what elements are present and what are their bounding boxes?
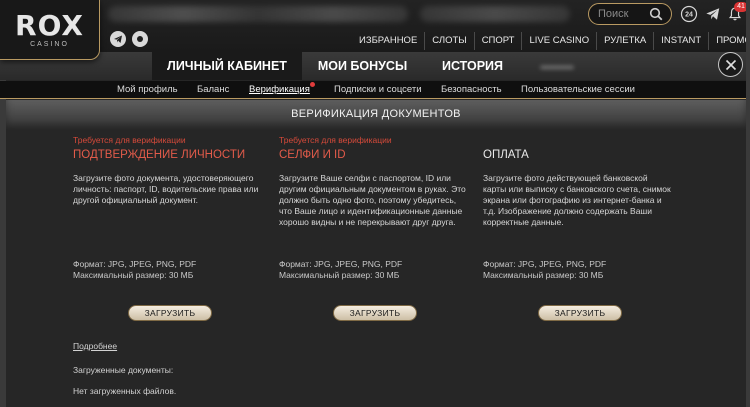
upload-selfie-button[interactable]: ЗАГРУЗИТЬ xyxy=(333,305,417,321)
page: ROX CASINO 24 41 ИЗБРАННОЕ СЛОТЫ СПОРТ L… xyxy=(0,0,750,407)
identity-column: Требуется для верификации ПОДТВЕРЖДЕНИЕ … xyxy=(73,135,263,206)
main-nav: ИЗБРАННОЕ СЛОТЫ СПОРТ LIVE CASINO РУЛЕТК… xyxy=(352,32,750,50)
identity-format-info: Формат: JPG, JPEG, PNG, PDF Максимальный… xyxy=(73,259,263,281)
required-label: Требуется для верификации xyxy=(73,135,186,145)
nav-roulette[interactable]: РУЛЕТКА xyxy=(596,32,653,50)
selfie-format-info: Формат: JPG, JPEG, PNG, PDF Максимальный… xyxy=(279,259,469,281)
subnav-balance[interactable]: Баланс xyxy=(197,81,229,99)
blurred-info-2 xyxy=(420,6,570,22)
subnav-profile[interactable]: Мой профиль xyxy=(117,81,178,99)
close-icon xyxy=(725,59,736,70)
svg-text:24: 24 xyxy=(685,12,693,19)
column-description: Загрузите Ваше селфи с паспортом, ID или… xyxy=(279,173,466,227)
telegram-icon[interactable] xyxy=(110,31,126,47)
more-link[interactable]: Подробнее xyxy=(73,341,117,351)
circle-icon[interactable] xyxy=(132,31,148,47)
nav-live-casino[interactable]: LIVE CASINO xyxy=(521,32,596,50)
blurred-info xyxy=(108,6,408,22)
section-band: ВЕРИФИКАЦИЯ ДОКУМЕНТОВ xyxy=(6,100,746,130)
subnav-subscriptions[interactable]: Подписки и соцсети xyxy=(334,81,422,99)
uploaded-documents-label: Загруженные документы: xyxy=(73,365,174,375)
section-title: ВЕРИФИКАЦИЯ ДОКУМЕНТОВ xyxy=(291,108,461,120)
logo-subtext: CASINO xyxy=(30,40,69,48)
nav-favorites[interactable]: ИЗБРАННОЕ xyxy=(352,32,424,50)
subnav-security[interactable]: Безопасность xyxy=(441,81,502,99)
required-label: Требуется для верификации xyxy=(279,135,392,145)
search-icon[interactable] xyxy=(649,7,663,21)
format-label: Формат: JPG, JPEG, PNG, PDF xyxy=(483,259,607,269)
support-24-icon[interactable]: 24 xyxy=(680,5,698,23)
format-label: Формат: JPG, JPEG, PNG, PDF xyxy=(73,259,197,269)
column-title: СЕЛФИ И ID xyxy=(279,149,346,161)
upload-identity-button[interactable]: ЗАГРУЗИТЬ xyxy=(128,305,212,321)
notification-badge: 41 xyxy=(734,2,748,12)
max-size-label: Максимальный размер: 30 МБ xyxy=(73,270,194,280)
search-box[interactable] xyxy=(588,3,672,25)
column-title: ПОДТВЕРЖДЕНИЕ ЛИЧНОСТИ xyxy=(73,149,246,161)
column-description: Загрузите фото документа, удостоверяющег… xyxy=(73,173,259,205)
sub-nav: Мой профиль Баланс Верификация Подписки … xyxy=(0,81,750,99)
telegram-icon[interactable] xyxy=(704,5,722,23)
tab-my-bonuses[interactable]: МОИ БОНУСЫ xyxy=(310,52,415,80)
nav-sport[interactable]: СПОРТ xyxy=(473,32,522,50)
tab-personal-cabinet[interactable]: ЛИЧНЫЙ КАБИНЕТ xyxy=(152,52,302,80)
search-input[interactable] xyxy=(598,8,650,20)
format-label: Формат: JPG, JPEG, PNG, PDF xyxy=(279,259,403,269)
column-description: Загрузите фото действующей банковской ка… xyxy=(483,173,671,227)
payment-format-info: Формат: JPG, JPEG, PNG, PDF Максимальный… xyxy=(483,259,673,281)
required-label xyxy=(483,135,673,145)
tab-history[interactable]: ИСТОРИЯ xyxy=(430,52,515,80)
subnav-verification[interactable]: Верификация xyxy=(249,81,310,99)
logo[interactable]: ROX CASINO xyxy=(0,0,100,60)
selfie-column: Требуется для верификации СЕЛФИ И ID Заг… xyxy=(279,135,469,228)
column-title: ОПЛАТА xyxy=(483,149,529,161)
verification-alert-dot xyxy=(310,82,315,87)
close-button[interactable] xyxy=(718,52,743,77)
nav-instant[interactable]: INSTANT xyxy=(653,32,708,50)
logo-text: ROX xyxy=(15,8,84,42)
no-files-text: Нет загруженных файлов. xyxy=(73,386,177,396)
max-size-label: Максимальный размер: 30 МБ xyxy=(279,270,400,280)
subnav-sessions[interactable]: Пользовательские сессии xyxy=(521,81,635,99)
max-size-label: Максимальный размер: 30 МБ xyxy=(483,270,604,280)
nav-slots[interactable]: СЛОТЫ xyxy=(424,32,473,50)
nav-promo[interactable]: ПРОМО xyxy=(708,32,750,50)
payment-column: ОПЛАТА Загрузите фото действующей банков… xyxy=(483,135,673,228)
upload-payment-button[interactable]: ЗАГРУЗИТЬ xyxy=(538,305,622,321)
tab-blurred[interactable]: ▬▬▬ xyxy=(532,52,582,80)
